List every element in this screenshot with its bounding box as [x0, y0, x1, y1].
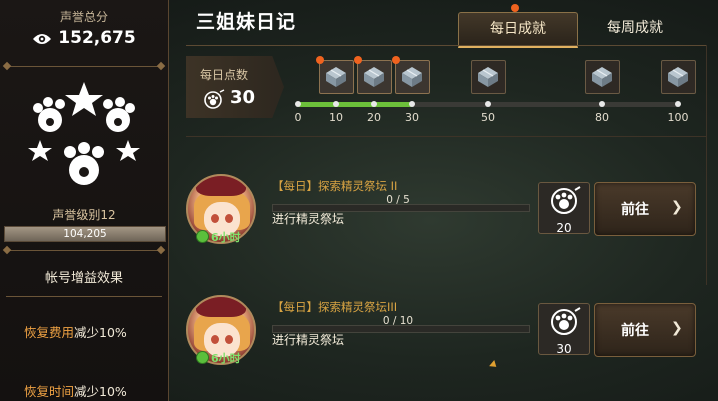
- tab-weekly-achievements[interactable]: 每周成就: [576, 12, 694, 45]
- milestone-tick: [409, 101, 415, 107]
- daily-points-label: 每日点数: [200, 68, 249, 82]
- achievement-progress: 0 / 5: [386, 194, 410, 206]
- eye-icon: [32, 31, 52, 51]
- notification-dot: [511, 4, 519, 12]
- milestone-tick: [599, 101, 605, 107]
- reputation-label: 声誉总分: [59, 10, 108, 24]
- tab-daily-achievements[interactable]: 每日成就: [458, 12, 578, 48]
- go-button-label: 前往: [621, 202, 649, 218]
- milestone-label: 10: [329, 111, 343, 124]
- achievement-progress: 0 / 10: [382, 315, 414, 327]
- milestone-label: 0: [294, 111, 302, 124]
- milestone-label: 80: [595, 111, 609, 124]
- achievement-title: 【每日】探索精灵祭坛III: [272, 300, 398, 314]
- divider: [6, 296, 162, 297]
- milestone-label: 100: [667, 111, 689, 124]
- reputation-level-label: 声誉级别12: [52, 208, 116, 222]
- milestone-label: 50: [481, 111, 495, 124]
- divider: [186, 136, 706, 137]
- paw-token-icon: [203, 89, 225, 113]
- go-button[interactable]: 前往 ❯: [594, 303, 696, 357]
- bonus-effect: 恢复时间减少10%: [24, 384, 127, 399]
- achievement-row: 6小时 【每日】探索精灵祭坛 II 0 / 5 进行精灵祭坛 20 前往 ❯: [186, 170, 706, 252]
- reward-points: 30: [538, 303, 590, 356]
- achievement-title: 【每日】探索精灵祭坛 II: [272, 179, 398, 193]
- reward-amount: 20: [556, 221, 572, 235]
- reputation-value: 152,675: [58, 28, 136, 48]
- reward-amount: 30: [556, 342, 572, 356]
- go-button-label: 前往: [621, 323, 649, 339]
- reward-chest-icon[interactable]: [354, 56, 392, 94]
- reward-chest-icon[interactable]: [316, 56, 354, 94]
- reset-timer: 6小时: [196, 230, 241, 246]
- reward-chest-icon[interactable]: [585, 60, 620, 94]
- go-button[interactable]: 前往 ❯: [594, 182, 696, 236]
- reputation-score: 152,675: [0, 28, 168, 51]
- daily-points-value: 30: [230, 87, 256, 108]
- reward-points: 20: [538, 182, 590, 235]
- milestone-label: 20: [367, 111, 381, 124]
- reset-timer: 6小时: [196, 351, 241, 367]
- reward-chest-icon[interactable]: [392, 56, 430, 94]
- achievement-row: 6小时 【每日】探索精灵祭坛III 0 / 10 进行精灵祭坛 30 前往 ❯: [186, 291, 706, 373]
- milestone-tick: [371, 101, 377, 107]
- milestone-tick: [295, 101, 301, 107]
- divider: [2, 245, 166, 255]
- reputation-level-progress: 104,205: [63, 228, 107, 240]
- chevron-right-icon: ❯: [671, 320, 683, 336]
- milestone-tick: [485, 101, 491, 107]
- notification-dot: [354, 56, 362, 64]
- account-bonus-title: 帐号增益效果: [44, 271, 123, 286]
- milestone-tick: [333, 101, 339, 107]
- reputation-level-bar: 104,205: [4, 226, 166, 242]
- clock-icon: [196, 230, 209, 243]
- achievement-description: 进行精灵祭坛: [272, 212, 345, 226]
- milestone-label: 30: [405, 111, 419, 124]
- notification-dot: [392, 56, 400, 64]
- reputation-panel: 声誉总分 152,675 声誉级别12 104,205 帐号增益效果 恢复费用减…: [0, 0, 169, 401]
- bonus-effect: 恢复费用减少10%: [24, 325, 127, 340]
- divider: [2, 61, 166, 71]
- milestone-tick: [675, 101, 681, 107]
- achievement-description: 进行精灵祭坛: [272, 333, 345, 347]
- divider: [186, 45, 706, 46]
- chevron-right-icon: ❯: [671, 199, 683, 215]
- page-title: 三姐妹日记: [196, 11, 297, 33]
- reward-chest-icon[interactable]: [661, 60, 696, 94]
- reward-chest-icon[interactable]: [471, 60, 506, 94]
- reputation-emblem-icon: [20, 78, 148, 203]
- clock-icon: [196, 351, 209, 364]
- daily-points-progress-fill: [298, 102, 412, 107]
- notification-dot: [316, 56, 324, 64]
